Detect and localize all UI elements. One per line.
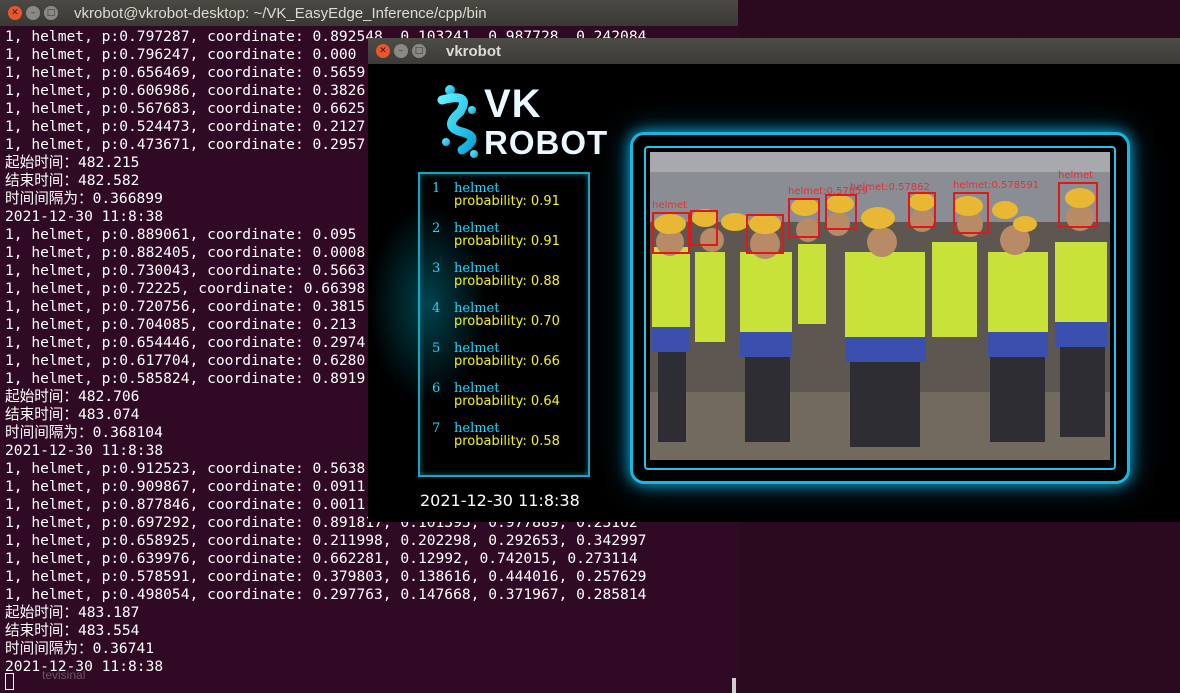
terminal-line: 1, helmet, p:0.578591, coordinate: 0.379…	[5, 568, 647, 585]
detection-number: 5	[432, 341, 441, 356]
detection-number: 3	[432, 261, 441, 276]
terminal-cursor	[5, 673, 14, 690]
detection-box	[1058, 182, 1098, 228]
box-label: helmet:0.57862	[850, 182, 930, 193]
detection-probability: probability: 0.91	[454, 234, 560, 249]
detection-box	[825, 194, 857, 230]
box-label: helmet	[652, 200, 688, 211]
detection-number: 4	[432, 301, 441, 316]
minimize-icon[interactable]: –	[394, 44, 408, 58]
terminal-line: 2021-12-30 11:8:38	[5, 658, 164, 675]
window-controls: ✕ – □	[376, 44, 426, 58]
terminal-line: 1, helmet, p:0.639976, coordinate: 0.662…	[5, 550, 638, 567]
detection-probability: probability: 0.58	[454, 434, 560, 449]
detection-probability: probability: 0.64	[454, 394, 560, 409]
maximize-icon[interactable]: □	[44, 6, 58, 20]
detection-timestamp: 2021-12-30 11:8:38	[420, 491, 580, 510]
detection-box	[908, 192, 936, 228]
detection-number: 1	[432, 181, 441, 196]
vkrobot-titlebar[interactable]: ✕ – □ vkrobot	[368, 38, 1180, 64]
detection-box	[953, 192, 989, 234]
detection-probability: probability: 0.70	[454, 314, 560, 329]
window-controls: ✕ – □	[8, 6, 58, 20]
terminal-scrollbar[interactable]	[732, 678, 736, 693]
close-icon[interactable]: ✕	[8, 6, 22, 20]
detection-box	[652, 212, 690, 254]
detection-probability: probability: 0.66	[454, 354, 560, 369]
vkrobot-window[interactable]: ✕ – □ vkrobot VK ROBOT 1 helmet probabil…	[368, 38, 1180, 522]
detection-number: 6	[432, 381, 441, 396]
maximize-icon[interactable]: □	[412, 44, 426, 58]
box-label: helmet:0.578591	[953, 180, 1040, 191]
terminal-title: vkrobot@vkrobot-desktop: ~/VK_EasyEdge_I…	[74, 4, 487, 22]
vkrobot-title: vkrobot	[446, 42, 502, 60]
detection-number: 2	[432, 221, 441, 236]
terminal-line: 结束时间：483.554	[5, 622, 140, 639]
terminal-line: 时间间隔为：0.36741	[5, 640, 155, 657]
logo-text-vk: VK	[484, 82, 542, 126]
minimize-icon[interactable]: –	[26, 6, 40, 20]
terminal-line: 1, helmet, p:0.658925, coordinate: 0.211…	[5, 532, 647, 549]
terminal-line: 1, helmet, p:0.498054, coordinate: 0.297…	[5, 586, 647, 603]
detection-box	[690, 210, 718, 246]
box-label: helmet	[1058, 170, 1094, 181]
detection-box	[788, 198, 820, 238]
detection-probability: probability: 0.88	[454, 274, 560, 289]
close-icon[interactable]: ✕	[376, 44, 390, 58]
workers-scene-image	[650, 152, 1110, 460]
terminal-titlebar[interactable]: ✕ – □ vkrobot@vkrobot-desktop: ~/VK_Easy…	[0, 0, 738, 26]
detection-number: 7	[432, 421, 441, 436]
logo-text-robot: ROBOT	[484, 124, 609, 161]
detection-box	[746, 214, 784, 254]
detection-display: VK ROBOT 1 helmet probability: 0.91 2 he…	[368, 64, 1180, 522]
terminal-line: 起始时间：483.187	[5, 604, 140, 621]
terminal-ghost-text: tevisinal	[42, 668, 86, 682]
camera-image: helmet helmet:0.57859 helmet:0.57862 hel…	[650, 152, 1110, 460]
detection-probability: probability: 0.91	[454, 194, 560, 209]
detections-panel: 1 helmet probability: 0.91 2 helmet prob…	[418, 172, 590, 477]
